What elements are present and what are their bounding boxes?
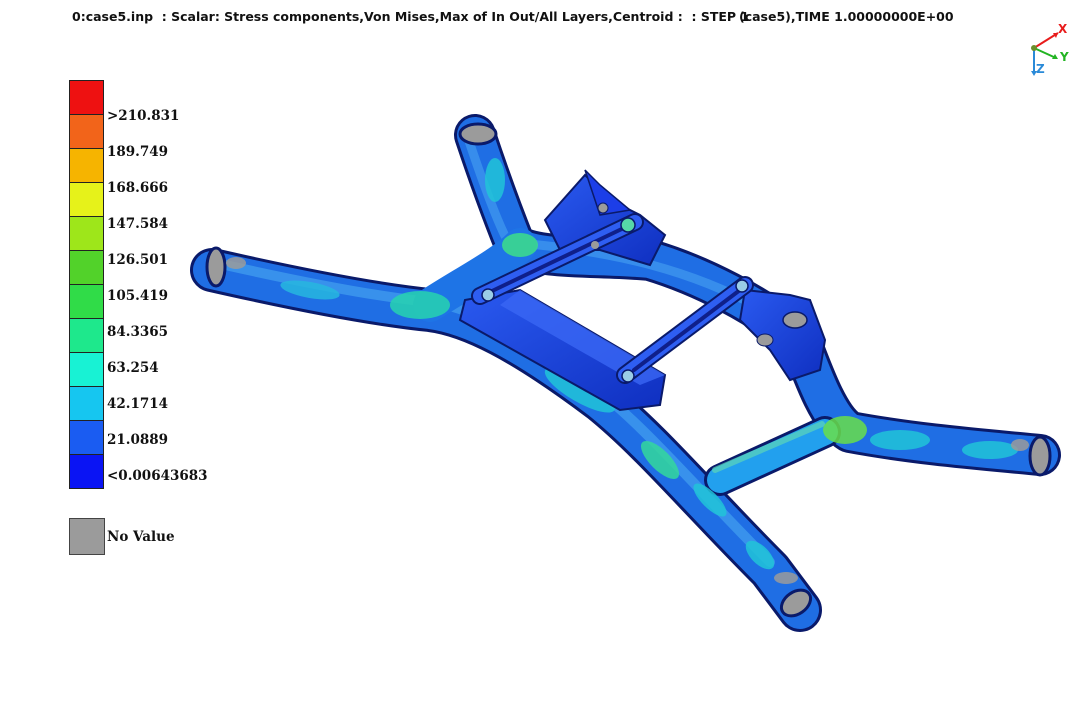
fea-model-viewport[interactable] <box>0 0 1080 719</box>
